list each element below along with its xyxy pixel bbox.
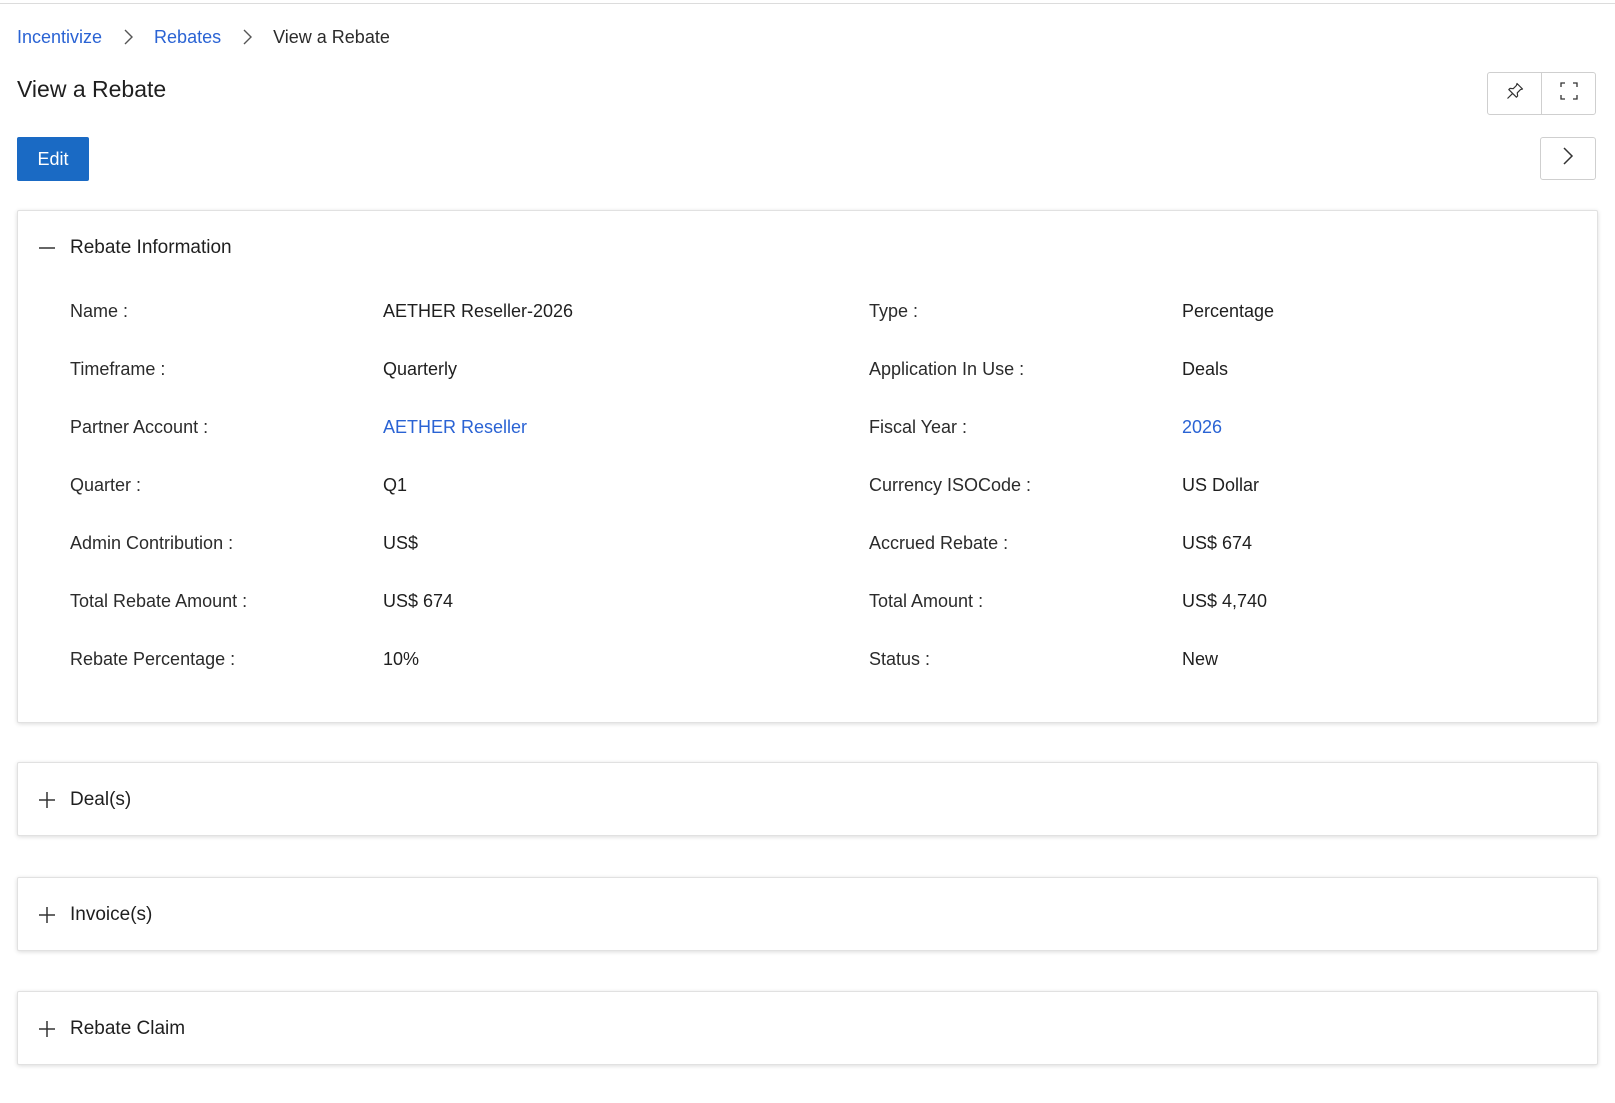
expand-icon <box>36 1018 58 1040</box>
invoices-header[interactable]: Invoice(s) <box>18 878 1597 952</box>
accrued-rebate-label: Accrued Rebate : <box>869 533 1009 553</box>
type-label: Type : <box>869 301 919 321</box>
name-label: Name : <box>70 301 129 321</box>
panel-title: Invoice(s) <box>70 904 153 925</box>
status-value: New <box>1182 649 1219 669</box>
timeframe-label: Timeframe : <box>70 359 166 379</box>
status-label: Status : <box>869 649 931 669</box>
expand-icon <box>36 904 58 926</box>
accrued-rebate-value: US$ 674 <box>1182 533 1253 553</box>
rebate-information-panel: Rebate Information Name : AETHER Reselle… <box>17 210 1598 723</box>
fiscal-year-link[interactable]: 2026 <box>1182 416 1222 438</box>
chevron-right-icon <box>1560 145 1576 172</box>
currency-isocode-value: US Dollar <box>1182 475 1260 495</box>
chevron-right-icon <box>102 27 154 47</box>
admin-contribution-label: Admin Contribution : <box>70 533 234 553</box>
breadcrumb-rebates-link[interactable]: Rebates <box>154 27 221 48</box>
rebate-information-header[interactable]: Rebate Information <box>18 211 1597 285</box>
invoices-panel: Invoice(s) <box>17 877 1598 951</box>
quarter-label: Quarter : <box>70 475 142 495</box>
deals-panel: Deal(s) <box>17 762 1598 836</box>
deals-header[interactable]: Deal(s) <box>18 763 1597 837</box>
fullscreen-button[interactable] <box>1541 73 1595 114</box>
total-rebate-amount-value: US$ 674 <box>383 591 454 611</box>
pin-icon <box>1505 81 1525 106</box>
total-amount-label: Total Amount : <box>869 591 984 611</box>
expand-icon <box>36 789 58 811</box>
panel-title: Rebate Claim <box>70 1018 186 1039</box>
top-divider <box>0 3 1615 4</box>
pin-button[interactable] <box>1488 73 1541 114</box>
fiscal-year-label: Fiscal Year : <box>869 417 968 437</box>
name-value: AETHER Reseller-2026 <box>383 301 574 321</box>
collapse-icon <box>36 237 58 259</box>
breadcrumb-incentivize-link[interactable]: Incentivize <box>17 27 102 48</box>
application-in-use-value: Deals <box>1182 359 1229 379</box>
type-value: Percentage <box>1182 301 1275 321</box>
breadcrumb-current: View a Rebate <box>273 26 390 47</box>
rebate-claim-panel: Rebate Claim <box>17 991 1598 1065</box>
partner-account-label: Partner Account : <box>70 417 209 437</box>
timeframe-value: Quarterly <box>383 359 458 379</box>
edit-button[interactable]: Edit <box>17 137 89 181</box>
panel-title: Deal(s) <box>70 789 132 810</box>
admin-contribution-value: US$ <box>383 533 419 553</box>
currency-isocode-label: Currency ISOCode : <box>869 475 1032 495</box>
breadcrumb: Incentivize Rebates View a Rebate <box>17 26 390 48</box>
view-options-group <box>1487 72 1596 115</box>
next-record-button[interactable] <box>1540 137 1596 180</box>
panel-title: Rebate Information <box>70 237 232 258</box>
application-in-use-label: Application In Use : <box>869 359 1025 379</box>
fullscreen-icon <box>1559 81 1579 106</box>
rebate-claim-header[interactable]: Rebate Claim <box>18 992 1597 1066</box>
total-rebate-amount-label: Total Rebate Amount : <box>70 591 248 611</box>
partner-account-link[interactable]: AETHER Reseller <box>383 416 527 438</box>
rebate-percentage-label: Rebate Percentage : <box>70 649 236 669</box>
chevron-right-icon <box>221 27 273 47</box>
page-title: View a Rebate <box>17 76 167 102</box>
rebate-percentage-value: 10% <box>383 649 420 669</box>
total-amount-value: US$ 4,740 <box>1182 591 1268 611</box>
quarter-value: Q1 <box>383 475 408 495</box>
